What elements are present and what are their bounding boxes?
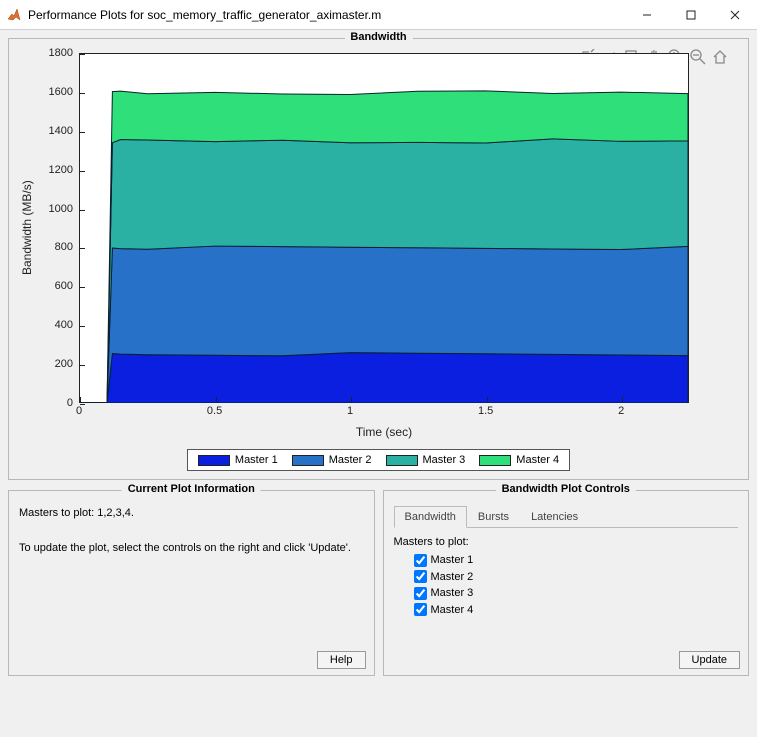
legend-entry[interactable]: Master 1 xyxy=(198,454,278,466)
master-checkbox-label: Master 4 xyxy=(431,602,474,619)
zoom-out-icon[interactable] xyxy=(690,49,706,68)
legend-entry[interactable]: Master 4 xyxy=(479,454,559,466)
home-icon[interactable] xyxy=(712,49,728,68)
legend-label: Master 4 xyxy=(516,454,559,466)
legend-label: Master 1 xyxy=(235,454,278,466)
y-axis-ticks: 020040060080010001200140016001800 xyxy=(37,53,79,403)
titlebar: Performance Plots for soc_memory_traffic… xyxy=(0,0,757,30)
tab-latencies[interactable]: Latencies xyxy=(520,506,589,528)
y-axis-label: Bandwidth (MB/s) xyxy=(17,53,37,403)
masters-to-plot-label: Masters to plot: xyxy=(394,536,739,548)
master-checkbox-label: Master 1 xyxy=(431,552,474,569)
info-panel-title: Current Plot Information xyxy=(122,483,261,495)
maximize-button[interactable] xyxy=(669,0,713,30)
bandwidth-chart-panel: Bandwidth Bandwidth (MB/s) 0200400600800… xyxy=(8,38,749,480)
master-checkbox-label: Master 3 xyxy=(431,585,474,602)
x-axis-ticks: 0 0.5 1 1.5 2 xyxy=(79,403,689,423)
y-tick: 1600 xyxy=(49,86,73,98)
window-title: Performance Plots for soc_memory_traffic… xyxy=(28,8,625,22)
close-button[interactable] xyxy=(713,0,757,30)
x-tick: 2 xyxy=(618,405,624,417)
master-3-checkbox[interactable] xyxy=(414,587,427,600)
y-tick: 1400 xyxy=(49,125,73,137)
tab-bandwidth[interactable]: Bandwidth xyxy=(394,506,467,528)
y-tick: 800 xyxy=(55,241,73,253)
minimize-button[interactable] xyxy=(625,0,669,30)
tab-bursts[interactable]: Bursts xyxy=(467,506,520,528)
master-2-checkbox[interactable] xyxy=(414,570,427,583)
master-checkbox-row[interactable]: Master 1 xyxy=(414,552,739,569)
matlab-icon xyxy=(6,7,22,23)
legend-entry[interactable]: Master 2 xyxy=(292,454,372,466)
y-tick: 1800 xyxy=(49,47,73,59)
master-checkbox-row[interactable]: Master 4 xyxy=(414,602,739,619)
legend-swatch xyxy=(479,455,511,466)
legend[interactable]: Master 1 Master 2 Master 3 Master 4 xyxy=(187,449,570,471)
legend-label: Master 2 xyxy=(329,454,372,466)
x-tick: 0 xyxy=(76,405,82,417)
x-axis-label: Time (sec) xyxy=(79,425,689,439)
chart-panel-title: Bandwidth xyxy=(344,31,412,43)
x-tick: 1.5 xyxy=(478,405,493,417)
help-button[interactable]: Help xyxy=(317,651,366,669)
y-tick: 1200 xyxy=(49,164,73,176)
master-1-checkbox[interactable] xyxy=(414,554,427,567)
y-tick: 200 xyxy=(55,358,73,370)
legend-swatch xyxy=(292,455,324,466)
ctrl-panel-title: Bandwidth Plot Controls xyxy=(496,483,636,495)
y-tick: 400 xyxy=(55,319,73,331)
master-4-checkbox[interactable] xyxy=(414,603,427,616)
legend-label: Master 3 xyxy=(423,454,466,466)
legend-entry[interactable]: Master 3 xyxy=(386,454,466,466)
master-checkbox-row[interactable]: Master 3 xyxy=(414,585,739,602)
current-plot-info-panel: Current Plot Information Masters to plot… xyxy=(8,490,375,676)
x-tick: 0.5 xyxy=(207,405,222,417)
y-tick: 1000 xyxy=(49,203,73,215)
axes[interactable] xyxy=(79,53,689,403)
y-tick: 0 xyxy=(67,397,73,409)
master-checkbox-row[interactable]: Master 2 xyxy=(414,569,739,586)
legend-swatch xyxy=(198,455,230,466)
update-button[interactable]: Update xyxy=(679,651,740,669)
info-line-2: To update the plot, select the controls … xyxy=(19,540,364,558)
master-checkbox-label: Master 2 xyxy=(431,569,474,586)
bandwidth-plot-controls-panel: Bandwidth Plot Controls Bandwidth Bursts… xyxy=(383,490,750,676)
control-tabs: Bandwidth Bursts Latencies xyxy=(394,505,739,528)
legend-swatch xyxy=(386,455,418,466)
x-tick: 1 xyxy=(347,405,353,417)
y-tick: 600 xyxy=(55,280,73,292)
info-line-1: Masters to plot: 1,2,3,4. xyxy=(19,505,364,523)
